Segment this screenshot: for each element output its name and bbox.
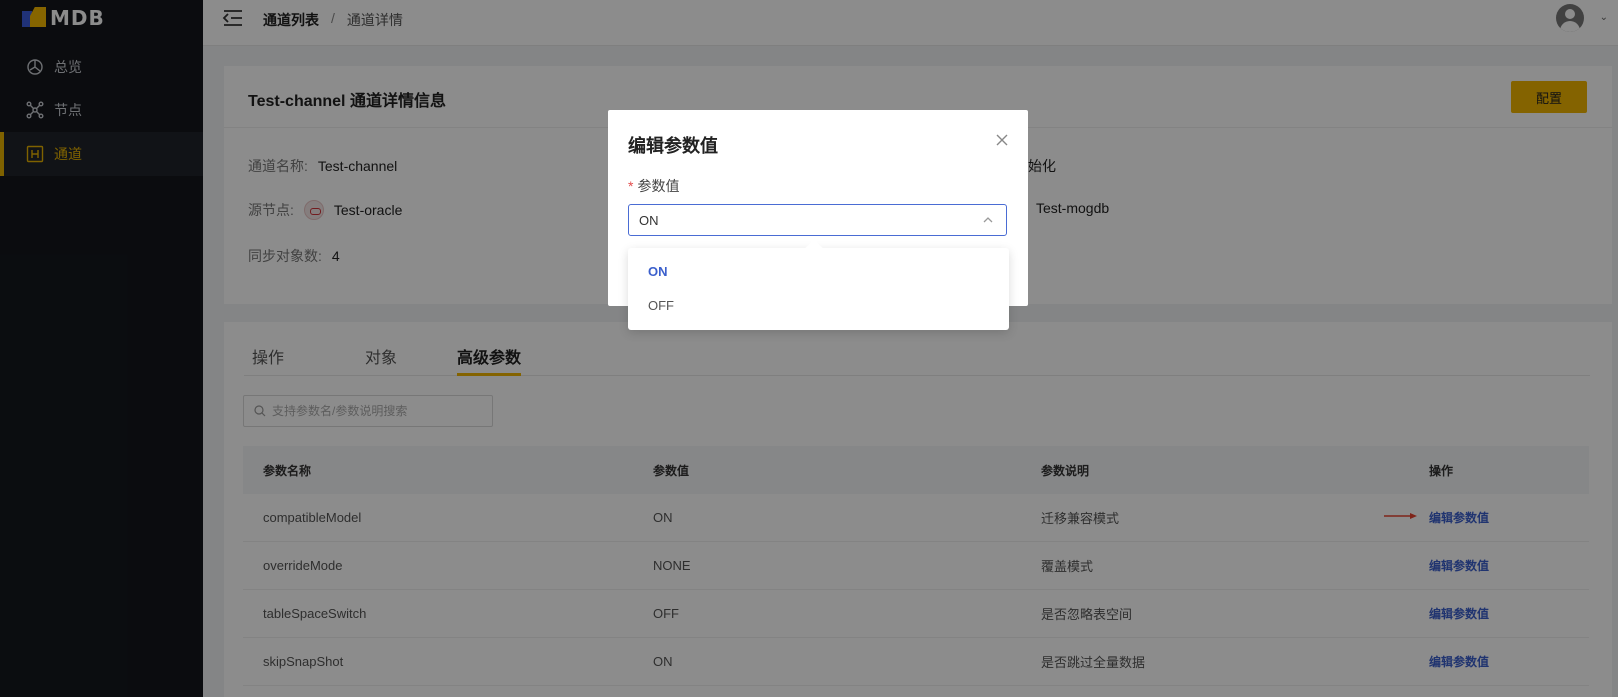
param-value-label: * 参数值 <box>628 176 679 196</box>
modal-mask[interactable] <box>0 0 1618 697</box>
chevron-up-icon <box>983 217 993 223</box>
param-value-select[interactable]: ON <box>628 204 1007 236</box>
required-mark: * <box>628 178 634 194</box>
option-on[interactable]: ON <box>648 264 668 279</box>
select-dropdown: ON OFF <box>628 248 1009 330</box>
option-off[interactable]: OFF <box>648 298 674 313</box>
select-current-value: ON <box>639 212 659 228</box>
param-value-label-text: 参数值 <box>637 178 680 194</box>
close-icon[interactable] <box>994 132 1010 148</box>
modal-title: 编辑参数值 <box>628 136 718 156</box>
